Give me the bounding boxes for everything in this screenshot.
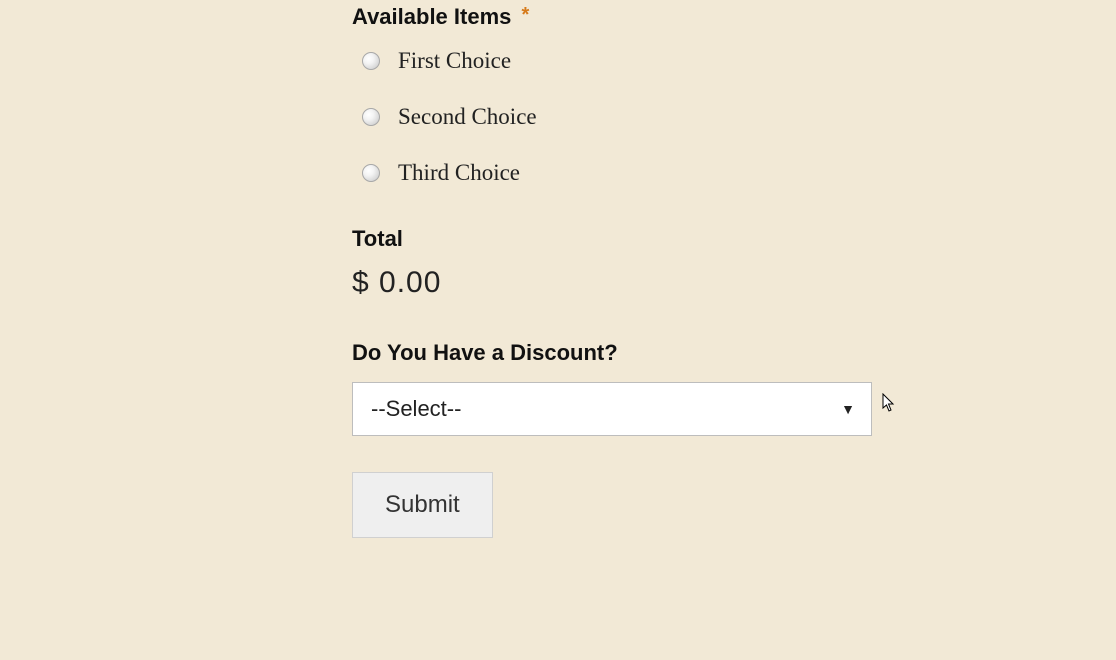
total-section: Total $ 0.00: [352, 226, 892, 300]
chevron-down-icon: ▼: [841, 401, 855, 417]
form: Available Items * First Choice Second Ch…: [352, 4, 892, 538]
radio-label: Second Choice: [398, 104, 537, 130]
radio-label: Third Choice: [398, 160, 520, 186]
submit-button-label: Submit: [385, 491, 460, 518]
discount-select-value: --Select--: [371, 396, 461, 422]
radio-icon: [362, 164, 380, 182]
required-asterisk: *: [522, 4, 530, 26]
radio-option-second-choice[interactable]: Second Choice: [362, 104, 892, 130]
discount-select[interactable]: --Select-- ▼: [352, 382, 872, 436]
available-items-options: First Choice Second Choice Third Choice: [362, 48, 892, 186]
discount-label: Do You Have a Discount?: [352, 340, 892, 366]
radio-icon: [362, 108, 380, 126]
available-items-label: Available Items *: [352, 4, 892, 30]
radio-option-first-choice[interactable]: First Choice: [362, 48, 892, 74]
radio-label: First Choice: [398, 48, 511, 74]
radio-icon: [362, 52, 380, 70]
total-label: Total: [352, 226, 892, 252]
submit-button[interactable]: Submit: [352, 472, 493, 538]
discount-section: Do You Have a Discount? --Select-- ▼: [352, 340, 892, 436]
available-items-label-text: Available Items: [352, 4, 511, 29]
total-value: $ 0.00: [352, 266, 892, 300]
radio-option-third-choice[interactable]: Third Choice: [362, 160, 892, 186]
